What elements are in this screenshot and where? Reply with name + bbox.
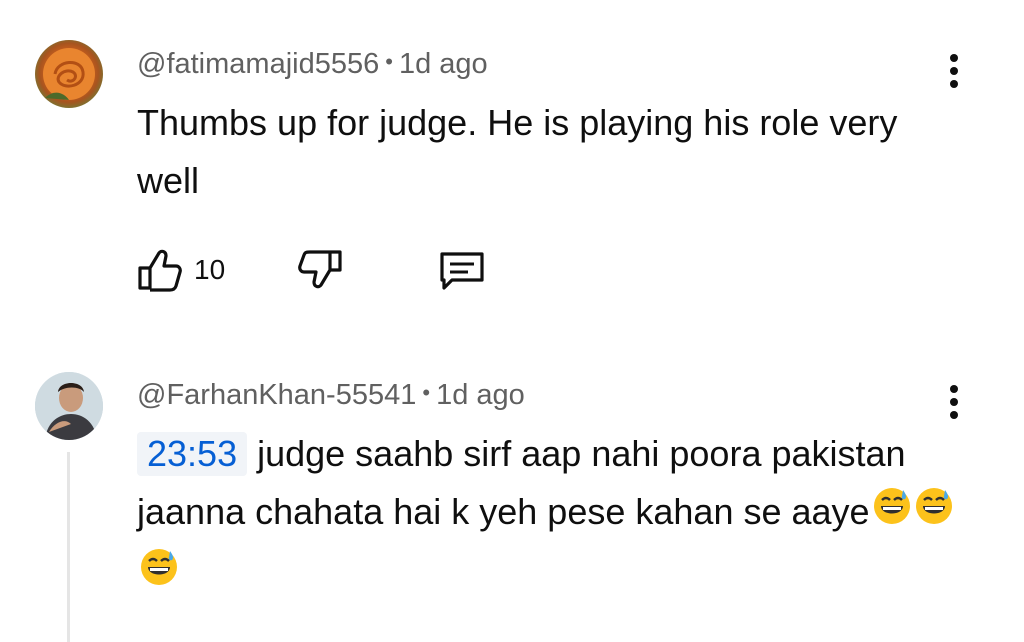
kebab-dot [950, 411, 958, 419]
thumbs-down-icon [298, 250, 342, 289]
comment-item: @FarhanKhan-55541 • 1d ago 23:53 judge saah… [0, 355, 1024, 642]
thumbs-up-icon [138, 249, 182, 292]
thread-line [67, 452, 70, 642]
kebab-dot [950, 385, 958, 393]
comment-meta: @fatimamajid5556 • 1d ago [137, 48, 488, 81]
reply-comment-icon [440, 252, 484, 290]
grinning-sweat-emoji-icon [139, 546, 179, 604]
comment-time[interactable]: 1d ago [436, 379, 525, 411]
avatar[interactable] [35, 372, 103, 440]
comment-author[interactable]: @fatimamajid5556 [137, 48, 379, 80]
timestamp-link[interactable]: 23:53 [137, 432, 248, 476]
avatar[interactable] [35, 40, 103, 108]
comment-text: judge saahb sirf aap nahi poora pakistan… [137, 433, 906, 532]
like-button[interactable] [136, 248, 184, 297]
kebab-dot [950, 67, 958, 75]
grinning-sweat-emoji-icon [872, 485, 912, 543]
more-options-button[interactable] [944, 54, 964, 94]
comment-time[interactable]: 1d ago [399, 48, 488, 80]
like-count: 10 [194, 254, 226, 285]
comment-text: Thumbs up for judge. He is playing his r… [137, 102, 898, 201]
comment-item: @fatimamajid5556 • 1d ago Thumbs up for ju… [0, 0, 1024, 330]
grinning-sweat-emoji-icon [914, 485, 954, 543]
reply-button[interactable] [436, 248, 488, 297]
meta-separator: • [385, 49, 393, 74]
dislike-button[interactable] [296, 248, 344, 297]
comment-meta: @FarhanKhan-55541 • 1d ago [137, 379, 525, 412]
kebab-dot [950, 398, 958, 406]
kebab-dot [950, 80, 958, 88]
comment-author[interactable]: @FarhanKhan-55541 [137, 379, 416, 411]
person-avatar-icon [35, 372, 103, 440]
kebab-dot [950, 54, 958, 62]
meta-separator: • [422, 380, 431, 405]
rose-avatar-icon [43, 48, 95, 100]
comment-text-container: 23:53 judge saahb sirf aap nahi poora pak… [137, 425, 957, 604]
more-options-button[interactable] [944, 385, 964, 425]
